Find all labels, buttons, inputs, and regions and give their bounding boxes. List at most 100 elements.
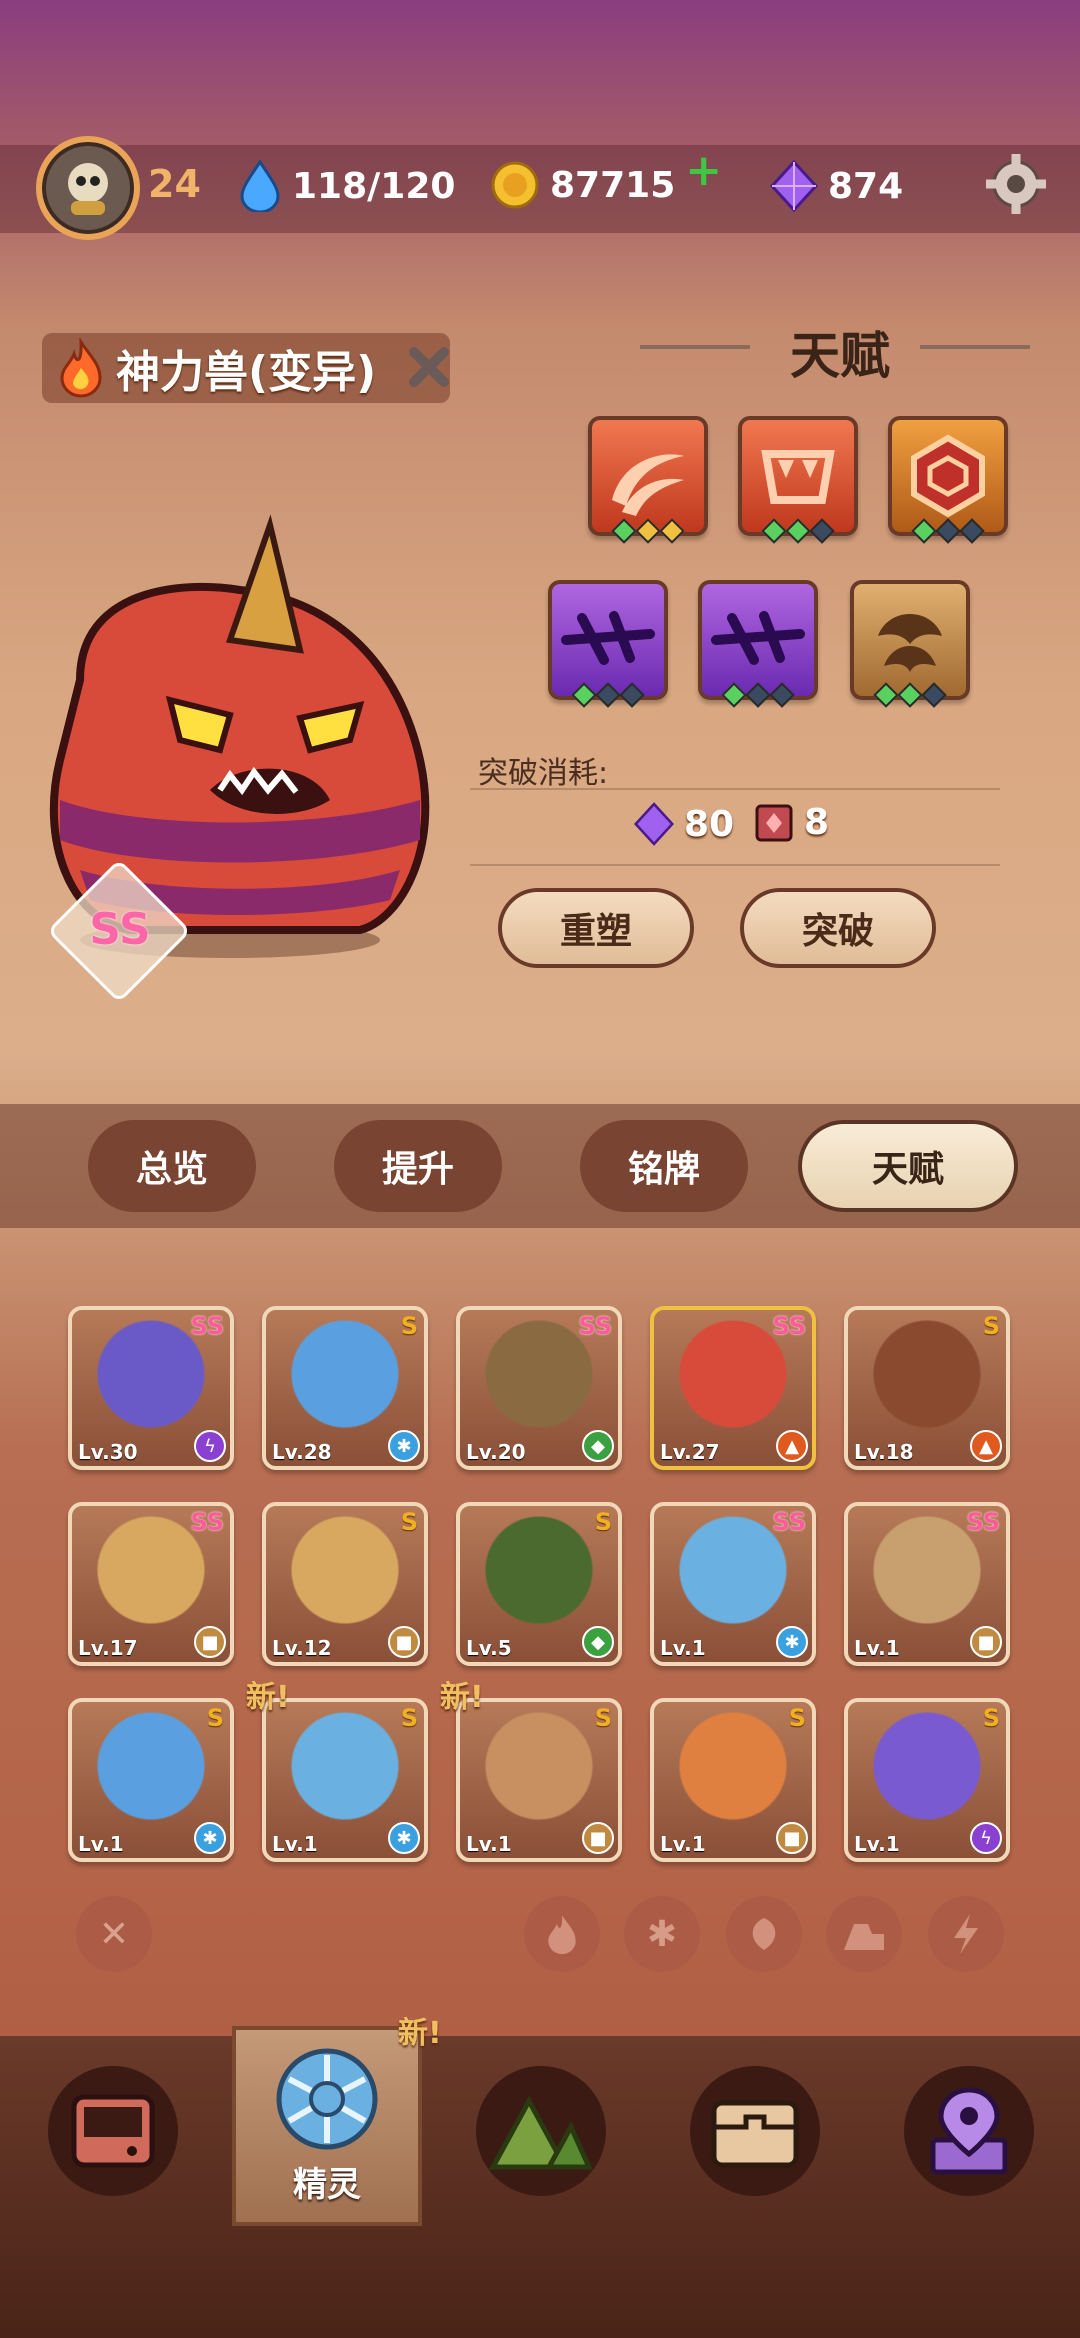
purple-gem-icon <box>634 802 674 846</box>
player-avatar[interactable] <box>36 136 140 240</box>
nav-spirits-tab[interactable]: 精灵 <box>232 2026 422 2226</box>
earth-filter-icon[interactable] <box>826 1896 902 1972</box>
tab-upgrade[interactable]: 提升 <box>334 1120 502 1212</box>
cost-items: 8 <box>754 802 829 843</box>
breakthrough-button[interactable]: 突破 <box>740 888 936 968</box>
ice-element-icon: ✱ <box>776 1626 808 1658</box>
pet-card[interactable]: S Lv.1 ■ <box>650 1698 816 1862</box>
ice-element-icon: ✱ <box>388 1430 420 1462</box>
fire-filter-icon[interactable] <box>524 1896 600 1972</box>
pet-portrait-icon <box>276 1516 414 1636</box>
cost-items-value: 8 <box>804 802 830 843</box>
spirit-swirl-icon <box>276 2048 378 2149</box>
pet-card[interactable]: SS Lv.20 ◆ <box>456 1306 622 1470</box>
pet-level: Lv.27 <box>660 1440 720 1464</box>
energy-value: 118/120 <box>292 165 456 207</box>
settings-gear-icon[interactable] <box>982 150 1050 218</box>
pet-level: Lv.1 <box>272 1832 318 1856</box>
nav-new-badge: 新! <box>398 2016 442 2051</box>
pet-card[interactable]: SS Lv.30 ϟ <box>68 1306 234 1470</box>
gold-counter: 87715 + <box>490 145 722 210</box>
earth-element-icon: ■ <box>970 1626 1002 1658</box>
talent-slot-1[interactable] <box>588 416 708 544</box>
player-level: 24 <box>148 162 201 206</box>
fire-element-icon <box>60 338 102 398</box>
pet-level: Lv.30 <box>78 1440 138 1464</box>
pet-card[interactable]: S Lv.1 ■ <box>456 1698 622 1862</box>
pet-rank: SS <box>966 1508 1001 1536</box>
ice-filter-icon[interactable]: ✱ <box>624 1896 700 1972</box>
talent-slot-4[interactable] <box>548 580 668 708</box>
pet-level: Lv.5 <box>466 1636 512 1660</box>
pet-level: Lv.1 <box>660 1832 706 1856</box>
pet-portrait-icon <box>858 1712 996 1832</box>
earth-element-icon: ■ <box>194 1626 226 1658</box>
tab-nameplate[interactable]: 铭牌 <box>580 1120 748 1212</box>
pet-rank: S <box>982 1312 1000 1340</box>
water-drop-icon <box>240 160 280 212</box>
pet-portrait-icon <box>470 1712 608 1832</box>
divider <box>470 864 1000 866</box>
leaf-filter-icon[interactable] <box>726 1896 802 1972</box>
pet-rank: SS <box>772 1508 807 1536</box>
pet-rank: S <box>400 1312 418 1340</box>
pet-level: Lv.18 <box>854 1440 914 1464</box>
nav-spirits-label: 精灵 <box>293 2164 361 2205</box>
pet-card[interactable]: S Lv.12 ■ <box>262 1502 428 1666</box>
fire-element-icon: ▲ <box>970 1430 1002 1462</box>
pet-portrait-icon <box>276 1320 414 1440</box>
reshape-button[interactable]: 重塑 <box>498 888 694 968</box>
talent-slot-5[interactable] <box>698 580 818 708</box>
cost-gems: 80 <box>634 802 734 846</box>
tab-overview[interactable]: 总览 <box>88 1120 256 1212</box>
pet-portrait-icon <box>664 1712 802 1832</box>
talent-slot-2[interactable] <box>738 416 858 544</box>
coin-icon <box>491 161 539 209</box>
pet-rank: SS <box>190 1508 225 1536</box>
pet-rank: SS <box>772 1312 807 1340</box>
nav-console-icon[interactable] <box>48 2066 178 2196</box>
talent-book-icon <box>755 804 793 841</box>
tab-talent[interactable]: 天赋 <box>798 1120 1018 1212</box>
pet-portrait-icon <box>276 1712 414 1832</box>
talent-slot-6[interactable] <box>850 580 970 708</box>
nav-map-pin-icon[interactable] <box>904 2066 1034 2196</box>
gender-mark-icon <box>404 342 454 392</box>
nav-mountain-icon[interactable] <box>476 2066 606 2196</box>
pet-card[interactable]: S Lv.1 ϟ <box>844 1698 1010 1862</box>
talent-slot-3[interactable] <box>888 416 1008 544</box>
clear-filter-button[interactable]: ✕ <box>76 1896 152 1972</box>
pet-rank: S <box>788 1704 806 1732</box>
pet-card[interactable]: SS Lv.1 ✱ <box>650 1502 816 1666</box>
fire-element-icon: ▲ <box>776 1430 808 1462</box>
pet-level: Lv.1 <box>78 1832 124 1856</box>
pet-rank: SS <box>190 1312 225 1340</box>
pet-grade: SS <box>89 904 151 955</box>
pet-card[interactable]: SS Lv.1 ■ <box>844 1502 1010 1666</box>
pet-level: Lv.28 <box>272 1440 332 1464</box>
pet-name: 神力兽(变异) <box>116 347 377 398</box>
gem-value: 874 <box>828 165 904 207</box>
bolt-element-icon: ϟ <box>970 1822 1002 1854</box>
add-gold-button[interactable]: + <box>685 145 722 196</box>
pet-rank: S <box>400 1508 418 1536</box>
pet-level: Lv.1 <box>854 1832 900 1856</box>
pet-rank: SS <box>578 1312 613 1340</box>
pet-card[interactable]: S Lv.28 ✱ <box>262 1306 428 1470</box>
gem-counter: 874 <box>770 160 903 212</box>
bolt-filter-icon[interactable] <box>928 1896 1004 1972</box>
pet-card[interactable]: S Lv.5 ◆ <box>456 1502 622 1666</box>
nav-chest-icon[interactable] <box>690 2066 820 2196</box>
pet-rank: S <box>206 1704 224 1732</box>
new-badge: 新! <box>440 1680 484 1715</box>
talent-title: 天赋 <box>790 327 890 385</box>
pet-card[interactable]: S Lv.1 ✱ <box>68 1698 234 1862</box>
pet-card[interactable]: S Lv.18 ▲ <box>844 1306 1010 1470</box>
avatar-icon <box>68 163 108 215</box>
title-ornament-left <box>640 345 750 349</box>
pet-card[interactable]: SS Lv.17 ■ <box>68 1502 234 1666</box>
earth-element-icon: ■ <box>582 1822 614 1854</box>
pet-card[interactable]: SS Lv.27 ▲ <box>650 1306 816 1470</box>
pet-rank: S <box>982 1704 1000 1732</box>
pet-card[interactable]: S Lv.1 ✱ <box>262 1698 428 1862</box>
